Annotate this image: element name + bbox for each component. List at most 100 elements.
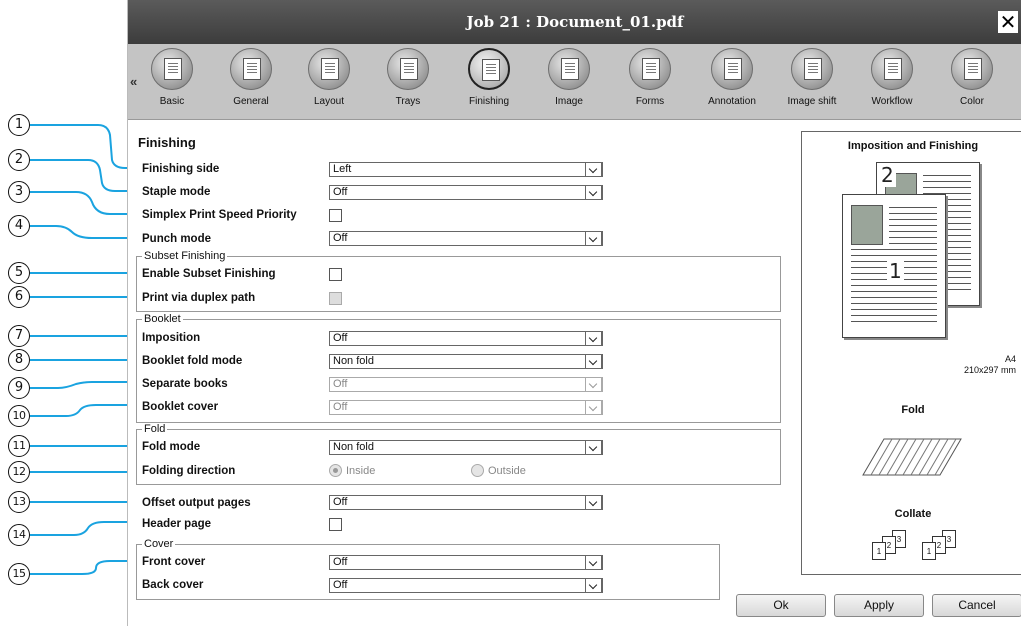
offset-output-select[interactable]: Off (329, 495, 603, 510)
fold-legend: Fold (142, 423, 168, 435)
separate-books-select[interactable]: Off (329, 377, 603, 392)
image-icon (548, 48, 590, 90)
section-title: Finishing (138, 135, 196, 150)
job-settings-window: Job 21 : Document_01.pdf ✕ « Basic Gener… (127, 0, 1021, 626)
tab-trays[interactable]: Trays (372, 48, 444, 118)
tab-image-shift[interactable]: Image shift (776, 48, 848, 118)
paper-size-label: A4 210x297 mm (963, 354, 1016, 375)
chevron-down-icon (585, 440, 602, 455)
simplex-speed-label: Simplex Print Speed Priority (142, 209, 297, 221)
finishing-side-select[interactable]: Left (329, 162, 603, 177)
chevron-down-icon (585, 578, 602, 593)
back-cover-select[interactable]: Off (329, 578, 603, 593)
fold-mode-label: Fold mode (142, 441, 201, 453)
punch-mode-label: Punch mode (142, 233, 212, 245)
chevron-down-icon (585, 331, 602, 346)
callout-14: 14 (8, 524, 30, 546)
tab-basic[interactable]: Basic (136, 48, 208, 118)
close-icon[interactable]: ✕ (998, 11, 1018, 33)
callout-8: 8 (8, 349, 30, 371)
fold-outside-radio[interactable] (471, 464, 484, 477)
callout-10: 10 (8, 405, 30, 427)
preview-title: Imposition and Finishing (847, 140, 979, 152)
flower-image-icon (851, 205, 883, 245)
callout-3: 3 (8, 181, 30, 203)
callout-6: 6 (8, 286, 30, 308)
header-page-checkbox[interactable] (329, 518, 342, 531)
ok-button[interactable]: Ok (736, 594, 826, 617)
chevron-down-icon (585, 231, 602, 246)
folding-direction-label: Folding direction (142, 465, 236, 477)
chevron-down-icon (585, 354, 602, 369)
fold-inside-radio[interactable] (329, 464, 342, 477)
fold-inside-label: Inside (346, 465, 376, 477)
booklet-legend: Booklet (142, 313, 183, 325)
duplex-path-checkbox[interactable] (329, 292, 342, 305)
tab-layout[interactable]: Layout (293, 48, 365, 118)
trays-icon (387, 48, 429, 90)
booklet-cover-label: Booklet cover (142, 401, 219, 413)
callout-15: 15 (8, 563, 30, 585)
tab-general[interactable]: General (215, 48, 287, 118)
tab-color[interactable]: Color (936, 48, 1008, 118)
forms-icon (629, 48, 671, 90)
booklet-fold-mode-label: Booklet fold mode (142, 355, 243, 367)
apply-button[interactable]: Apply (834, 594, 924, 617)
annotation-icon (711, 48, 753, 90)
callout-7: 7 (8, 325, 30, 347)
chevron-down-icon (585, 377, 602, 392)
fold-mode-select[interactable]: Non fold (329, 440, 603, 455)
staple-mode-label: Staple mode (142, 186, 211, 198)
tab-workflow[interactable]: Workflow (856, 48, 928, 118)
front-cover-select[interactable]: Off (329, 555, 603, 570)
separate-books-label: Separate books (142, 378, 228, 390)
callout-4: 4 (8, 215, 30, 237)
booklet-cover-select[interactable]: Off (329, 400, 603, 415)
back-cover-label: Back cover (142, 579, 204, 591)
chevron-down-icon (585, 555, 602, 570)
simplex-speed-checkbox[interactable] (329, 209, 342, 222)
header-page-label: Header page (142, 518, 212, 530)
collate-label: Collate (894, 508, 932, 520)
subset-finishing-legend: Subset Finishing (142, 250, 228, 262)
enable-subset-checkbox[interactable] (329, 268, 342, 281)
general-icon (230, 48, 272, 90)
chevron-down-icon (585, 495, 602, 510)
fold-outside-label: Outside (488, 465, 526, 477)
finishing-side-label: Finishing side (142, 163, 220, 175)
callout-13: 13 (8, 491, 30, 513)
basic-icon (151, 48, 193, 90)
callout-2: 2 (8, 149, 30, 171)
front-cover-label: Front cover (142, 556, 206, 568)
chevron-down-icon (585, 400, 602, 415)
tab-finishing[interactable]: Finishing (453, 48, 525, 118)
cancel-button[interactable]: Cancel (932, 594, 1021, 617)
callout-12: 12 (8, 461, 30, 483)
callout-11: 11 (8, 435, 30, 457)
punch-mode-select[interactable]: Off (329, 231, 603, 246)
tab-annotation[interactable]: Annotation (696, 48, 768, 118)
imposition-select[interactable]: Off (329, 331, 603, 346)
imposition-label: Imposition (142, 332, 201, 344)
color-icon (951, 48, 993, 90)
chevron-down-icon (585, 162, 602, 177)
fold-preview-label: Fold (901, 404, 925, 416)
image-shift-icon (791, 48, 833, 90)
preview-panel: Imposition and Finishing 2 1 A4 210x297 … (801, 131, 1021, 575)
fold-preview-icon (862, 438, 962, 476)
tab-forms[interactable]: Forms (614, 48, 686, 118)
enable-subset-label: Enable Subset Finishing (142, 268, 276, 280)
staple-mode-select[interactable]: Off (329, 185, 603, 200)
category-toolbar: « Basic General Layout Trays Finishing I… (128, 44, 1021, 120)
window-title: Job 21 : Document_01.pdf (466, 13, 684, 31)
duplex-path-label: Print via duplex path (142, 292, 256, 304)
booklet-fold-mode-select[interactable]: Non fold (329, 354, 603, 369)
preview-page-1: 1 (842, 194, 946, 338)
cover-legend: Cover (142, 538, 176, 550)
callout-1: 1 (8, 114, 30, 136)
workflow-icon (871, 48, 913, 90)
callout-column: 1 2 3 4 5 6 7 8 9 10 11 12 13 14 15 (0, 0, 140, 626)
callout-5: 5 (8, 262, 30, 284)
finishing-icon (468, 48, 510, 90)
tab-image[interactable]: Image (533, 48, 605, 118)
